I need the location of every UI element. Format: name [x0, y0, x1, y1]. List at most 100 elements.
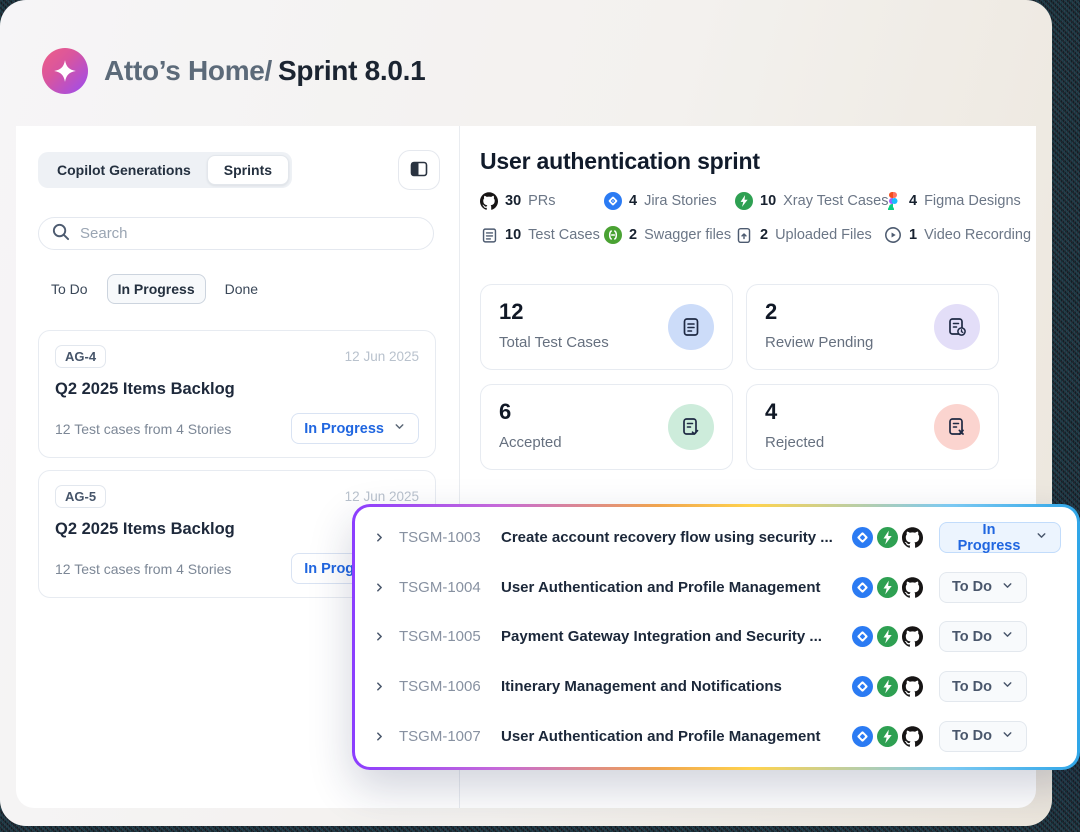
row-status-dropdown[interactable]: To Do: [939, 671, 1027, 702]
xray-icon: [877, 676, 898, 697]
row-title: User Authentication and Profile Manageme…: [501, 579, 842, 596]
github-icon: [902, 676, 923, 697]
row-id: TSGM-1003: [399, 529, 487, 546]
github-icon: [902, 527, 923, 548]
jira-icon: [852, 726, 873, 747]
summary-card-total-test-cases: 12 Total Test Cases: [480, 284, 733, 370]
jira-icon: [852, 577, 873, 598]
row-title: Itinerary Management and Notifications: [501, 678, 842, 695]
tab-sprints[interactable]: Sprints: [207, 155, 289, 185]
row-source-icons: [852, 527, 923, 548]
table-row[interactable]: TSGM-1003 Create account recovery flow u…: [371, 513, 1061, 563]
jira-icon: [852, 527, 873, 548]
sidebar-toggle-button[interactable]: [398, 150, 440, 190]
row-source-icons: [852, 626, 923, 647]
row-id: TSGM-1007: [399, 728, 487, 745]
row-id: TSGM-1005: [399, 628, 487, 645]
table-row[interactable]: TSGM-1005 Payment Gateway Integration an…: [371, 612, 1061, 662]
filter-todo[interactable]: To Do: [40, 274, 99, 304]
stat-video-recording: 1 Video Recording: [884, 226, 1031, 244]
summary-cards: 12 Total Test Cases 2 Review Pending: [480, 284, 999, 470]
xray-icon: [877, 527, 898, 548]
sprint-id-badge: AG-4: [55, 345, 106, 368]
stat-label: Figma Designs: [924, 193, 1021, 209]
stat-label: Jira Stories: [644, 193, 717, 209]
app-header: Atto’s Home/Sprint 8.0.1: [16, 16, 1036, 126]
stat-test-cases: 10 Test Cases: [480, 226, 604, 244]
sprint-id-badge: AG-5: [55, 485, 106, 508]
xray-icon: [735, 192, 753, 210]
stat-label: PRs: [528, 193, 555, 209]
status-value: To Do: [952, 728, 992, 744]
row-status-dropdown[interactable]: To Do: [939, 572, 1027, 603]
row-source-icons: [852, 577, 923, 598]
table-row[interactable]: TSGM-1007 User Authentication and Profil…: [371, 711, 1061, 761]
row-title: Create account recovery flow using secur…: [501, 529, 842, 546]
doc-lines-icon: [668, 304, 714, 350]
stat-count: 30: [505, 193, 521, 209]
breadcrumb[interactable]: Atto’s Home/: [104, 55, 272, 86]
row-source-icons: [852, 676, 923, 697]
table-row[interactable]: TSGM-1004 User Authentication and Profil…: [371, 563, 1061, 613]
uploaded-files-icon: [735, 226, 753, 244]
test-cases-overlay: TSGM-1003 Create account recovery flow u…: [352, 504, 1080, 770]
stat-count: 10: [505, 227, 521, 243]
status-value: In Progress: [304, 421, 384, 437]
sprint-date: 12 Jun 2025: [345, 349, 419, 364]
search-input[interactable]: [80, 225, 421, 242]
status-value: In Progress: [952, 522, 1026, 554]
tab-copilot-generations[interactable]: Copilot Generations: [41, 155, 207, 185]
sprint-card-subtitle: 12 Test cases from 4 Stories: [55, 561, 231, 577]
status-value: To Do: [952, 629, 992, 645]
row-id: TSGM-1006: [399, 678, 487, 695]
sprint-status-dropdown[interactable]: In Progress: [291, 413, 419, 444]
sprint-card-ag4[interactable]: AG-4 12 Jun 2025 Q2 2025 Items Backlog 1…: [38, 330, 436, 458]
sprint-title: User authentication sprint: [480, 148, 760, 175]
doc-check-icon: [668, 404, 714, 450]
stat-label: Swagger files: [644, 227, 731, 243]
row-title: Payment Gateway Integration and Security…: [501, 628, 842, 645]
status-value: To Do: [952, 579, 992, 595]
chevron-down-icon: [393, 420, 406, 437]
jira-icon: [852, 676, 873, 697]
row-id: TSGM-1004: [399, 579, 487, 596]
stat-figma-designs: 4 Figma Designs: [884, 192, 1031, 210]
row-status-dropdown[interactable]: To Do: [939, 621, 1027, 652]
chevron-down-icon: [1001, 579, 1014, 596]
row-source-icons: [852, 726, 923, 747]
github-icon: [902, 626, 923, 647]
sprint-stats: 30 PRs 4 Jira Stories 10 Xray Test Cases: [480, 192, 1031, 244]
view-segmented-control: Copilot Generations Sprints: [38, 152, 292, 188]
row-status-dropdown[interactable]: To Do: [939, 721, 1027, 752]
video-icon: [884, 226, 902, 244]
chevron-right-icon[interactable]: [371, 680, 387, 693]
stat-prs: 30 PRs: [480, 192, 604, 210]
figma-icon: [884, 192, 902, 210]
xray-icon: [877, 577, 898, 598]
stat-label: Xray Test Cases: [783, 193, 888, 209]
stat-count: 1: [909, 227, 917, 243]
stat-count: 2: [629, 227, 637, 243]
doc-clock-icon: [934, 304, 980, 350]
filter-in-progress[interactable]: In Progress: [107, 274, 206, 304]
chevron-right-icon[interactable]: [371, 531, 387, 544]
row-status-dropdown[interactable]: In Progress: [939, 522, 1061, 553]
sprint-card-title: Q2 2025 Items Backlog: [55, 380, 419, 399]
summary-card-review-pending: 2 Review Pending: [746, 284, 999, 370]
desktop-background: Atto’s Home/Sprint 8.0.1 Copilot Generat…: [0, 0, 1080, 832]
stat-label: Test Cases: [528, 227, 600, 243]
test-cases-table: TSGM-1003 Create account recovery flow u…: [355, 507, 1077, 767]
stat-xray-test-cases: 10 Xray Test Cases: [735, 192, 884, 210]
stat-count: 10: [760, 193, 776, 209]
summary-card-rejected: 4 Rejected: [746, 384, 999, 470]
row-title: User Authentication and Profile Manageme…: [501, 728, 842, 745]
table-row[interactable]: TSGM-1006 Itinerary Management and Notif…: [371, 662, 1061, 712]
chevron-right-icon[interactable]: [371, 630, 387, 643]
jira-icon: [852, 626, 873, 647]
chevron-right-icon[interactable]: [371, 581, 387, 594]
search-bar: [38, 217, 434, 250]
stat-count: 4: [909, 193, 917, 209]
stat-uploaded-files: 2 Uploaded Files: [735, 226, 884, 244]
filter-done[interactable]: Done: [214, 274, 269, 304]
chevron-right-icon[interactable]: [371, 730, 387, 743]
